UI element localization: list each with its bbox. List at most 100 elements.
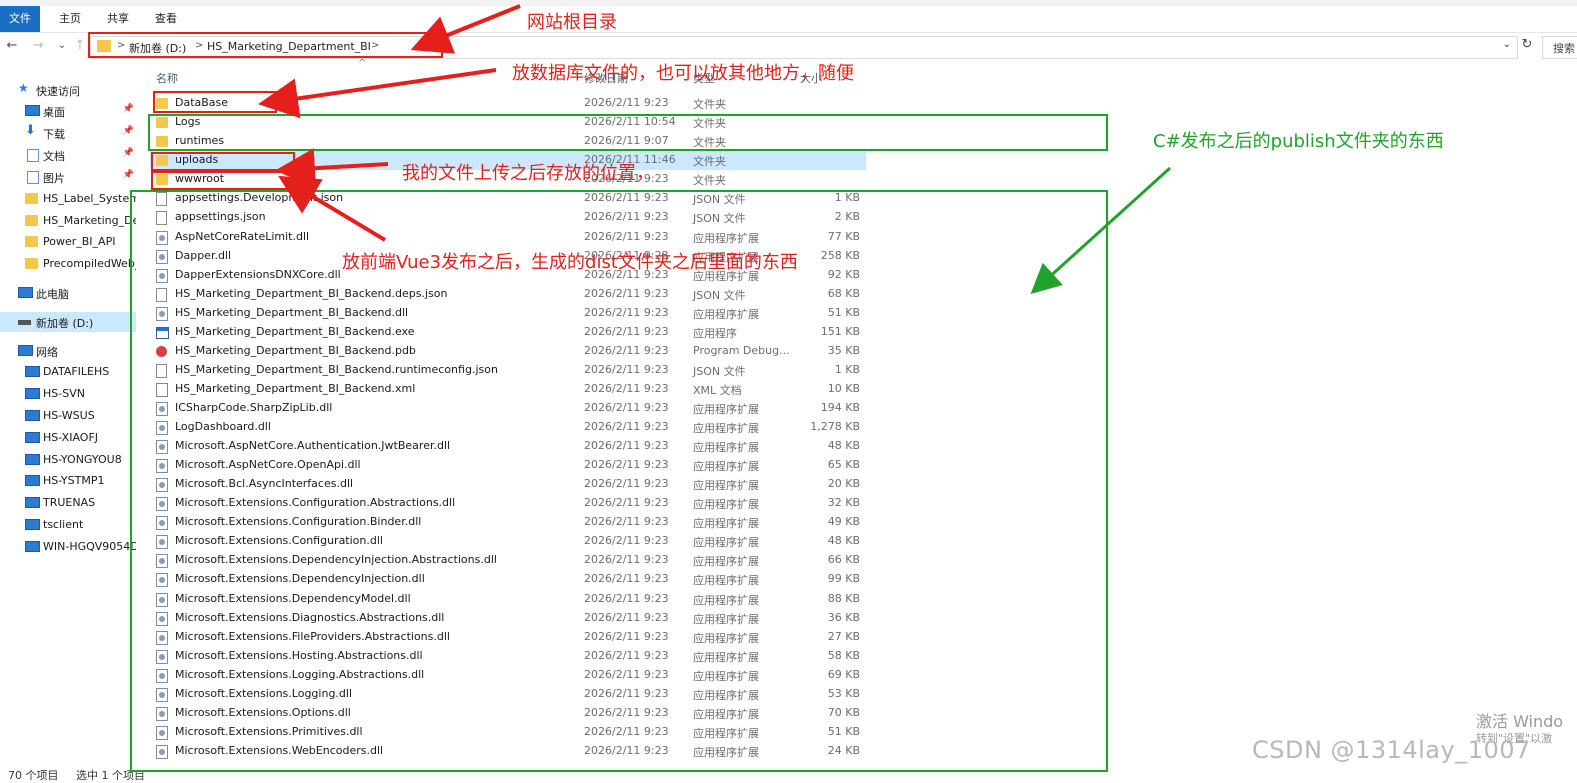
sidebar-item-label: Power_BI_API — [43, 235, 116, 248]
folder-icon — [25, 193, 38, 204]
sidebar-item-datafilehs[interactable]: DATAFILEHS — [0, 362, 136, 382]
back-icon[interactable]: ← — [4, 38, 20, 54]
sidebar-item-precompiledweb[interactable]: PrecompiledWeb_ — [0, 254, 136, 274]
recent-locations-icon[interactable]: ⌄ — [54, 38, 70, 54]
annotation-site-root: 网站根目录 — [527, 12, 617, 33]
download-icon: ⬇ — [25, 123, 36, 138]
sidebar-item-win-hgqv9054d[interactable]: WIN-HGQV9054D — [0, 537, 136, 557]
sidebar-item-label: HS-YONGYOU8 — [43, 453, 122, 466]
sidebar-item-hs-label-system[interactable]: HS_Label_System — [0, 189, 136, 209]
annotation-box-address — [88, 32, 443, 58]
star-icon: ★ — [18, 81, 29, 95]
annotation-database: 放数据库文件的，也可以放其他地方，随便 — [512, 63, 854, 84]
sidebar-item-hs-xiaofj[interactable]: HS-XIAOFJ — [0, 428, 136, 448]
annotation-box-uploads — [151, 152, 295, 171]
sidebar-item-label: DATAFILEHS — [43, 365, 110, 378]
annotation-box-database — [153, 91, 277, 113]
search-placeholder: 搜索 — [1553, 42, 1575, 55]
sidebar-item-hs-svn[interactable]: HS-SVN — [0, 384, 136, 404]
sidebar-item-downloads[interactable]: ⬇ 下载 📌 — [0, 123, 136, 143]
sidebar-item-label: HS-XIAOFJ — [43, 431, 99, 444]
sidebar-item-quick-access[interactable]: ★ 快速访问 — [0, 80, 136, 100]
chevron-down-icon[interactable]: ⌄ — [1503, 39, 1511, 50]
document-icon — [27, 149, 39, 162]
ribbon: 文件 主页 共享 查看 — [0, 6, 1577, 33]
sidebar-item-hs-wsus[interactable]: HS-WSUS — [0, 406, 136, 426]
annotation-box-wwwroot — [151, 171, 295, 190]
drive-icon — [18, 320, 31, 325]
pin-icon[interactable]: 📌 — [123, 170, 134, 180]
annotation-frontend: 放前端Vue3发布之后，生成的dist文件夹之后里面的东西 — [342, 252, 798, 273]
desktop-icon — [25, 105, 40, 116]
sidebar-item-label: HS_Label_System — [43, 192, 136, 205]
folder-icon — [25, 215, 38, 226]
file-type: 文件夹 — [693, 155, 726, 168]
search-input[interactable]: 搜索 — [1542, 36, 1577, 59]
sidebar-item-label: 文档 — [43, 150, 65, 163]
network-computer-icon — [25, 497, 40, 508]
sidebar-item-label: HS-YSTMP1 — [43, 474, 105, 487]
folder-icon — [25, 236, 38, 247]
network-computer-icon — [25, 475, 40, 486]
sort-ascending-icon: ^ — [358, 58, 367, 69]
pin-icon[interactable]: 📌 — [123, 148, 134, 158]
pin-icon[interactable]: 📌 — [123, 126, 134, 136]
refresh-icon[interactable]: ↻ — [1519, 37, 1535, 53]
network-icon — [18, 345, 33, 356]
sidebar-item-documents[interactable]: 文档 📌 — [0, 145, 136, 165]
sidebar-item-label: 图片 — [43, 172, 65, 185]
sidebar-item-label: TRUENAS — [43, 496, 96, 509]
sidebar-item-truenas[interactable]: TRUENAS — [0, 493, 136, 513]
sidebar-item-label: 此电脑 — [36, 288, 69, 301]
up-icon[interactable]: ↑ — [72, 38, 88, 54]
sidebar-item-network[interactable]: 网络 — [0, 341, 136, 361]
annotation-publish: C#发布之后的publish文件夹的东西 — [1153, 131, 1444, 152]
csdn-watermark: CSDN @1314lay_1007 — [1252, 736, 1531, 764]
pictures-icon — [27, 171, 39, 184]
sidebar-item-drive-d[interactable]: 新加卷 (D:) — [0, 312, 136, 332]
sidebar-item-label: HS-WSUS — [43, 409, 95, 422]
sidebar-item-pictures[interactable]: 图片 📌 — [0, 167, 136, 187]
tab-view[interactable]: 查看 — [144, 6, 188, 32]
network-computer-icon — [25, 519, 40, 530]
sidebar-item-label: 下载 — [43, 128, 65, 141]
sidebar-item-label: 桌面 — [43, 106, 65, 119]
annotation-uploads: 我的文件上传之后存放的位置， — [402, 163, 654, 184]
tab-share[interactable]: 共享 — [96, 6, 140, 32]
sidebar-item-label: tsclient — [43, 518, 84, 531]
network-computer-icon — [25, 454, 40, 465]
sidebar-item-label: PrecompiledWeb_ — [43, 257, 136, 270]
network-computer-icon — [25, 410, 40, 421]
tab-home[interactable]: 主页 — [48, 6, 92, 32]
tab-file[interactable]: 文件 — [0, 6, 40, 32]
sidebar-item-this-pc[interactable]: 此电脑 — [0, 283, 136, 303]
annotation-box-publish-files — [130, 190, 1108, 772]
folder-icon — [25, 258, 38, 269]
sidebar-item-hs-ystmp1[interactable]: HS-YSTMP1 — [0, 471, 136, 491]
file-type: 文件夹 — [693, 98, 726, 111]
sidebar-item-label: WIN-HGQV9054D — [43, 540, 136, 553]
sidebar-item-label: 网络 — [36, 346, 58, 359]
sidebar-item-hs-marketing[interactable]: HS_Marketing_De — [0, 211, 136, 231]
navigation-pane: ★ 快速访问 桌面 📌 ⬇ 下载 📌 文档 📌 图片 📌 HS_Label_Sy… — [0, 62, 136, 764]
sidebar-item-desktop[interactable]: 桌面 📌 — [0, 101, 136, 121]
network-computer-icon — [25, 388, 40, 399]
column-header-name[interactable]: 名称 — [156, 70, 178, 86]
sidebar-item-label: 新加卷 (D:) — [36, 317, 94, 330]
sidebar-item-label: HS-SVN — [43, 387, 85, 400]
sidebar-item-power-bi-api[interactable]: Power_BI_API — [0, 232, 136, 252]
computer-icon — [18, 287, 33, 298]
sidebar-item-label: HS_Marketing_De — [43, 214, 136, 227]
network-computer-icon — [25, 366, 40, 377]
sidebar-item-hs-yongyou8[interactable]: HS-YONGYOU8 — [0, 450, 136, 470]
file-type: 文件夹 — [693, 174, 726, 187]
pin-icon[interactable]: 📌 — [123, 104, 134, 114]
annotation-box-logs-runtimes — [148, 114, 1108, 151]
sidebar-item-label: 快速访问 — [36, 85, 80, 98]
activate-windows-watermark: 激活 Windo — [1476, 712, 1564, 731]
forward-icon[interactable]: → — [30, 38, 46, 54]
network-computer-icon — [25, 432, 40, 443]
file-date: 2026/2/11 9:23 — [584, 96, 669, 109]
sidebar-item-tsclient[interactable]: tsclient — [0, 515, 136, 535]
network-computer-icon — [25, 541, 40, 552]
